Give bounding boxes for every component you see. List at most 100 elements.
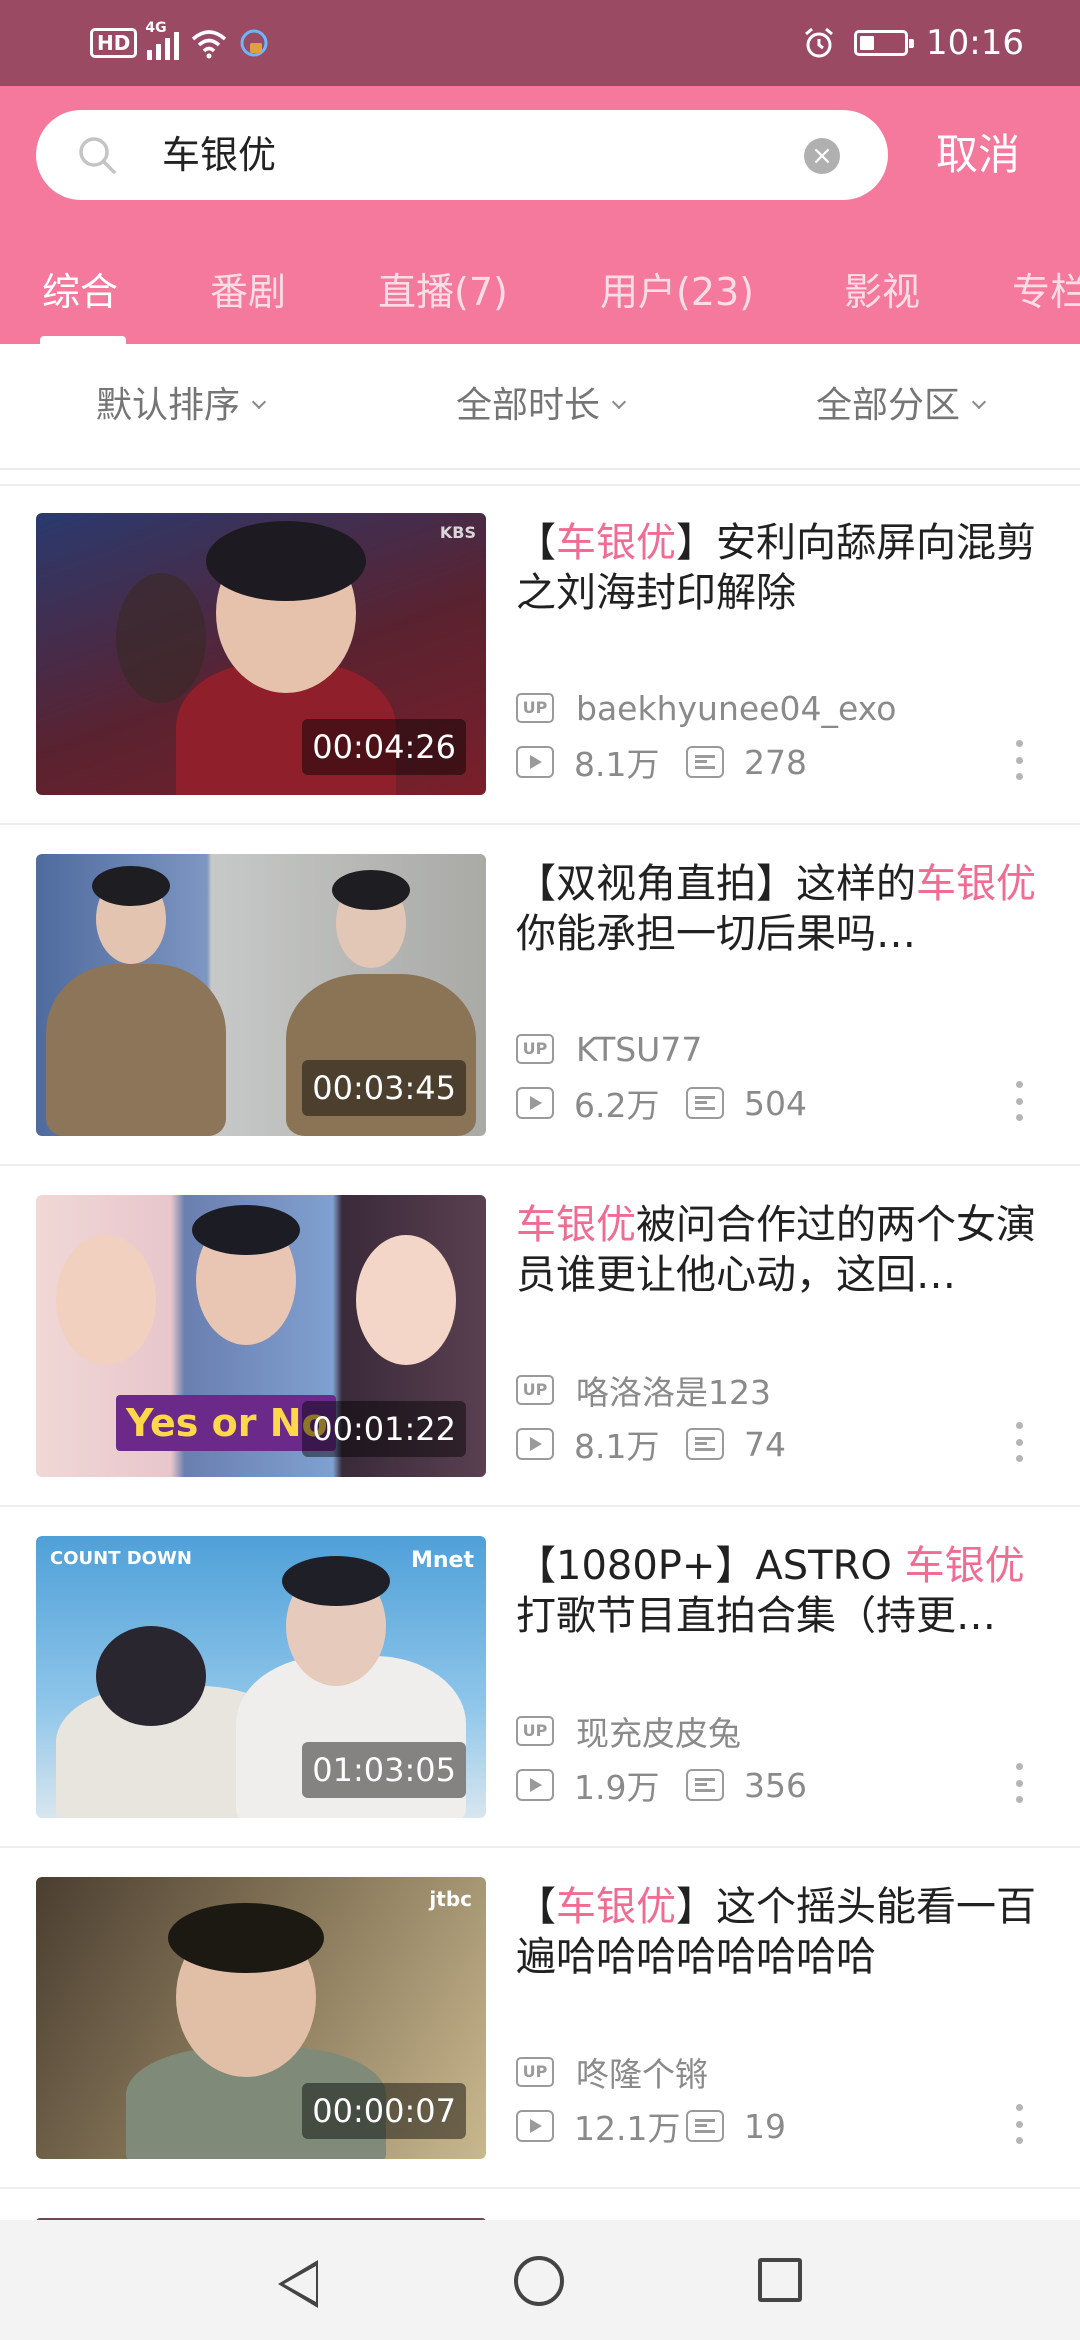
notification-app-icon xyxy=(240,29,268,57)
channel-logo: Mnet xyxy=(411,1548,474,1573)
search-header: 车银优 × 取消 综合 番剧 直播(7) 用户(23) 影视 专栏 xyxy=(0,86,1080,344)
tab-users[interactable]: 用户(23) xyxy=(600,246,754,344)
channel-logo: KBS xyxy=(439,523,476,542)
tab-articles[interactable]: 专栏 xyxy=(1012,246,1080,344)
uploader-name: 咯洛洛是123 xyxy=(576,1373,771,1412)
search-box[interactable]: 车银优 × xyxy=(36,110,888,200)
more-options-icon[interactable] xyxy=(1016,1081,1024,1121)
uploader-row[interactable]: UP 咚隆个锵 xyxy=(516,2052,708,2094)
network-type: 4G xyxy=(145,20,167,36)
video-thumbnail[interactable]: jtbc 00:00:07 xyxy=(36,1877,486,2159)
uploader-name: 现充皮皮兔 xyxy=(576,1714,741,1753)
video-item[interactable]: 00:03:45 【双视角直拍】这样的车银优你能承担一切后果吗… UP KTSU… xyxy=(0,825,1080,1166)
status-indicators: HD 4G xyxy=(90,20,269,64)
up-icon: UP xyxy=(516,1034,554,1064)
alarm-icon xyxy=(805,27,833,58)
countdown-logo: COUNT DOWN xyxy=(50,1548,192,1569)
uploader-row[interactable]: UP baekhyunee04_exo xyxy=(516,688,896,728)
danmaku-count: 278 xyxy=(744,742,807,782)
danmaku-icon xyxy=(686,746,724,778)
cancel-button[interactable]: 取消 xyxy=(936,110,1020,200)
video-thumbnail[interactable]: 00:03:45 xyxy=(36,854,486,1136)
video-title[interactable]: 【1080P+】ASTRO 车银优打歌节目直拍合集（持更… xyxy=(516,1541,1036,1641)
filter-bar: 默认排序 全部时长 全部分区 xyxy=(0,344,1080,470)
uploader-name: 咚隆个锵 xyxy=(576,2055,708,2094)
yes-or-no-caption: Yes or No xyxy=(126,1401,328,1445)
tab-bangumi[interactable]: 番剧 xyxy=(210,246,286,344)
view-count: 8.1万 xyxy=(574,1427,660,1466)
sort-filter[interactable]: 默认排序 xyxy=(96,344,267,468)
back-icon[interactable] xyxy=(278,2260,318,2308)
tab-live[interactable]: 直播(7) xyxy=(378,246,508,344)
video-item[interactable]: KBS 00:04:26 【车银优】安利向舔屏向混剪之刘海封印解除 UP bae… xyxy=(0,484,1080,825)
danmaku-count: 504 xyxy=(744,1083,807,1123)
video-item[interactable]: COUNT DOWN Mnet 01:03:05 【1080P+】ASTRO 车… xyxy=(0,1507,1080,1848)
video-item[interactable]: Yes or No 00:01:22 车银优被问合作过的两个女演员谁更让他心动，… xyxy=(0,1166,1080,1507)
play-count-icon xyxy=(516,1428,554,1460)
play-count-icon xyxy=(516,1087,554,1119)
search-icon xyxy=(79,137,116,174)
uploader-row[interactable]: UP 现充皮皮兔 xyxy=(516,1711,741,1753)
video-item[interactable]: jtbc 00:00:07 【车银优】这个摇头能看一百遍哈哈哈哈哈哈哈哈 UP … xyxy=(0,1848,1080,2189)
uploader-row[interactable]: UP KTSU77 xyxy=(516,1029,702,1069)
stats-row: 8.1万 278 xyxy=(516,742,807,784)
up-icon: UP xyxy=(516,693,554,723)
video-title[interactable]: 【车银优】这个摇头能看一百遍哈哈哈哈哈哈哈哈 xyxy=(516,1882,1036,1982)
battery-fill xyxy=(860,36,875,50)
duration-filter[interactable]: 全部时长 xyxy=(456,344,627,468)
video-duration: 00:03:45 xyxy=(302,1060,466,1116)
video-duration: 00:04:26 xyxy=(302,719,466,775)
more-options-icon[interactable] xyxy=(1016,1763,1024,1803)
video-title[interactable]: 车银优被问合作过的两个女演员谁更让他心动，这回… xyxy=(516,1200,1036,1300)
up-icon: UP xyxy=(516,2057,554,2087)
status-right: 10:16 xyxy=(802,22,1024,64)
video-title[interactable]: 【双视角直拍】这样的车银优你能承担一切后果吗… xyxy=(516,859,1036,959)
stats-row: 1.9万 356 xyxy=(516,1765,807,1807)
up-icon: UP xyxy=(516,1716,554,1746)
view-count: 8.1万 xyxy=(574,745,660,784)
video-thumbnail[interactable]: Yes or No 00:01:22 xyxy=(36,1195,486,1477)
active-tab-indicator xyxy=(40,336,126,344)
video-thumbnail[interactable]: COUNT DOWN Mnet 01:03:05 xyxy=(36,1536,486,1818)
chevron-down-icon xyxy=(971,394,987,410)
danmaku-count: 74 xyxy=(744,1424,786,1464)
video-duration: 00:01:22 xyxy=(302,1401,466,1457)
clock: 10:16 xyxy=(926,23,1024,63)
video-title[interactable]: 【车银优】安利向舔屏向混剪之刘海封印解除 xyxy=(516,518,1036,618)
search-input[interactable]: 车银优 xyxy=(162,110,276,200)
stats-row: 6.2万 504 xyxy=(516,1083,807,1125)
battery-icon xyxy=(854,30,915,56)
duration-filter-label: 全部时长 xyxy=(456,385,601,426)
video-duration: 00:00:07 xyxy=(302,2083,466,2139)
cellular-signal-icon: 4G xyxy=(145,20,180,60)
zone-filter-label: 全部分区 xyxy=(816,385,961,426)
play-count-icon xyxy=(516,2110,554,2142)
more-options-icon[interactable] xyxy=(1016,740,1024,780)
home-icon[interactable] xyxy=(514,2256,564,2306)
video-thumbnail[interactable]: KBS 00:04:26 xyxy=(36,513,486,795)
danmaku-count: 356 xyxy=(744,1765,807,1805)
more-options-icon[interactable] xyxy=(1016,1422,1024,1462)
stats-row: 8.1万 74 xyxy=(516,1424,786,1466)
danmaku-count: 19 xyxy=(744,2106,786,2146)
uploader-name: baekhyunee04_exo xyxy=(576,688,897,728)
danmaku-icon xyxy=(686,1087,724,1119)
chevron-down-icon xyxy=(251,394,267,410)
danmaku-icon xyxy=(686,1769,724,1801)
view-count: 1.9万 xyxy=(574,1768,660,1807)
view-count: 12.1万 xyxy=(574,2109,681,2148)
more-options-icon[interactable] xyxy=(1016,2104,1024,2144)
stats-row: 12.1万 19 xyxy=(516,2106,786,2148)
clear-search-icon[interactable]: × xyxy=(804,138,840,174)
tab-movies[interactable]: 影视 xyxy=(844,246,920,344)
zone-filter[interactable]: 全部分区 xyxy=(816,344,987,468)
uploader-row[interactable]: UP 咯洛洛是123 xyxy=(516,1370,771,1412)
recent-apps-icon[interactable] xyxy=(758,2258,802,2302)
play-count-icon xyxy=(516,1769,554,1801)
view-count: 6.2万 xyxy=(574,1086,660,1125)
tab-all[interactable]: 综合 xyxy=(42,246,118,344)
status-bar: HD 4G 10:16 xyxy=(0,0,1080,86)
chevron-down-icon xyxy=(611,394,627,410)
danmaku-icon xyxy=(686,1428,724,1460)
channel-logo: jtbc xyxy=(429,1887,472,1911)
